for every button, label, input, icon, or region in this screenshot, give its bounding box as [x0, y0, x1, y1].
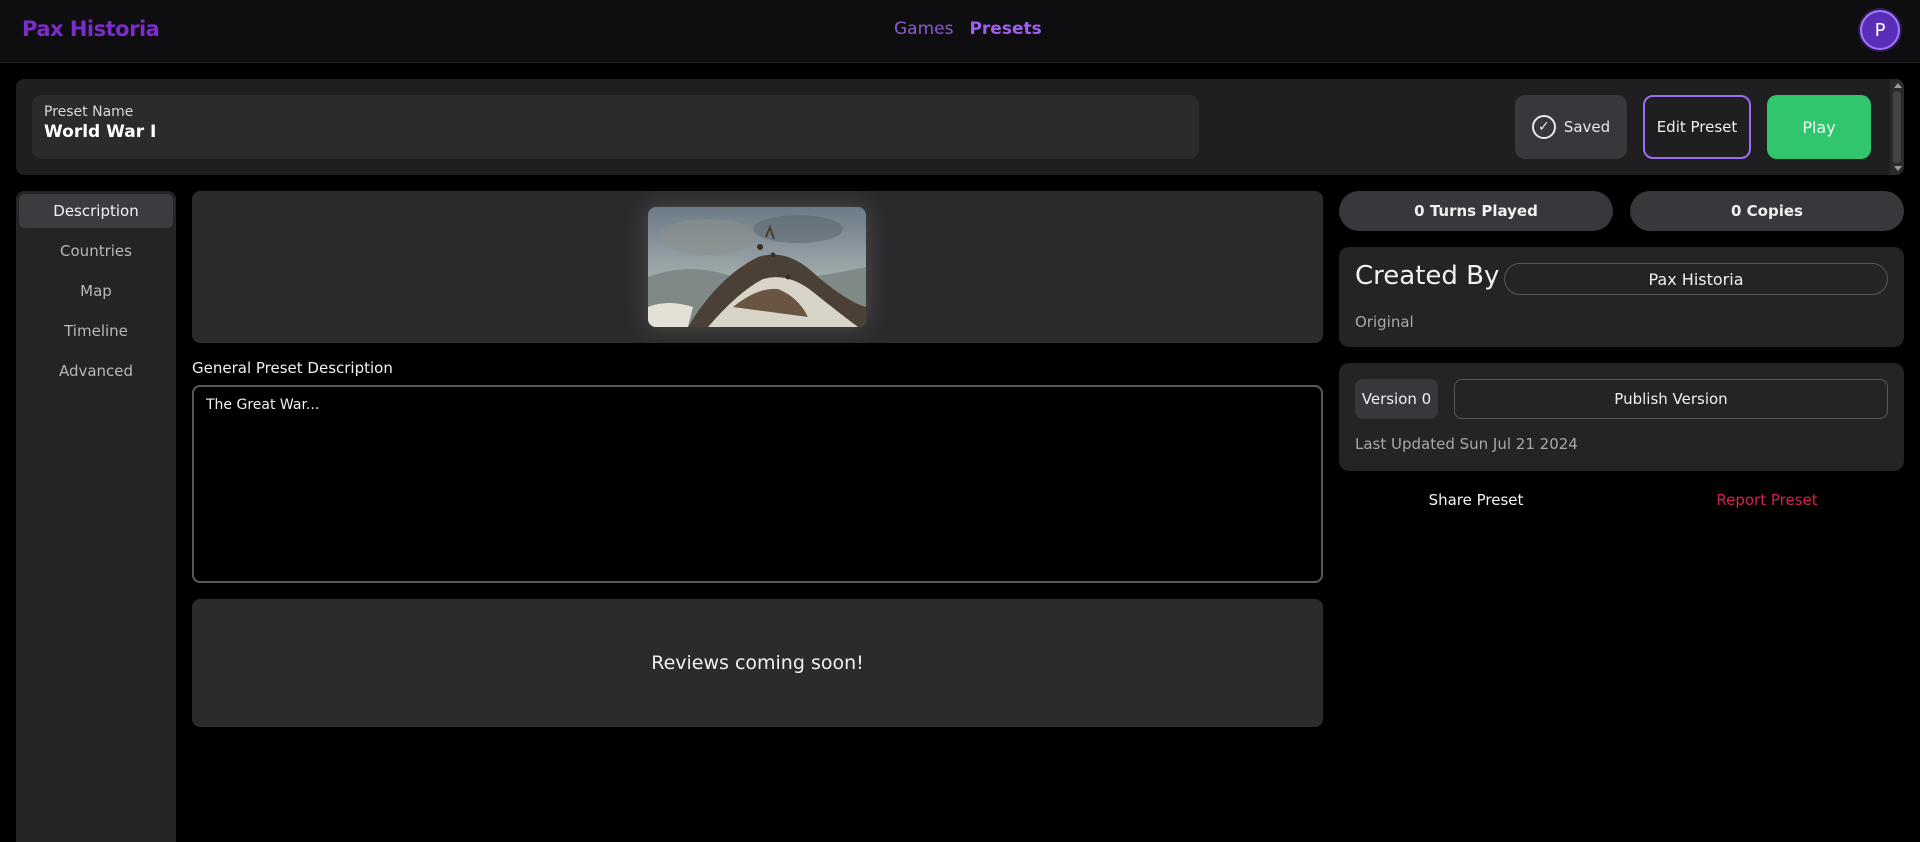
main-nav: Games Presets	[894, 19, 1042, 39]
brand-logo[interactable]: Pax Historia	[22, 17, 160, 41]
sidebar-item-advanced[interactable]: Advanced	[19, 354, 173, 388]
check-circle-icon: ✓	[1531, 115, 1556, 139]
version-badge: Version 0	[1355, 379, 1438, 419]
creator-name-button[interactable]: Pax Historia	[1504, 263, 1888, 295]
created-by-heading: Created By	[1355, 261, 1500, 291]
preset-bar-scrollbar[interactable]	[1890, 79, 1904, 175]
saved-button[interactable]: ✓ Saved	[1515, 95, 1627, 159]
share-preset-link[interactable]: Share Preset	[1339, 491, 1613, 509]
publish-version-button[interactable]: Publish Version	[1454, 379, 1888, 419]
reviews-placeholder-text: Reviews coming soon!	[651, 652, 864, 674]
preset-header-bar: Preset Name ✓ Saved Edit Preset Play	[16, 79, 1904, 175]
top-navigation-bar: Pax Historia Games Presets P	[0, 0, 1920, 63]
nav-games-link[interactable]: Games	[894, 19, 953, 39]
preset-name-input[interactable]	[44, 122, 1187, 142]
sidebar-item-map[interactable]: Map	[19, 274, 173, 308]
preset-sections-sidebar: Description Countries Map Timeline Advan…	[16, 191, 176, 842]
preset-name-label: Preset Name	[44, 104, 134, 120]
nav-presets-link[interactable]: Presets	[969, 19, 1041, 39]
preset-cover-image[interactable]	[648, 207, 866, 327]
saved-label: Saved	[1563, 118, 1611, 136]
turns-played-badge: 0 Turns Played	[1339, 191, 1613, 231]
copies-badge: 0 Copies	[1630, 191, 1904, 231]
report-preset-link[interactable]: Report Preset	[1630, 491, 1904, 509]
description-label: General Preset Description	[192, 359, 393, 377]
edit-preset-button[interactable]: Edit Preset	[1643, 95, 1751, 159]
scroll-up-arrow-icon[interactable]	[1894, 83, 1902, 88]
sidebar-item-description[interactable]: Description	[19, 194, 173, 228]
scroll-down-arrow-icon[interactable]	[1894, 166, 1902, 171]
last-updated-text: Last Updated Sun Jul 21 2024	[1355, 435, 1578, 453]
sidebar-item-timeline[interactable]: Timeline	[19, 314, 173, 348]
preset-name-field[interactable]: Preset Name	[32, 95, 1199, 159]
user-avatar[interactable]: P	[1860, 10, 1900, 50]
origin-label: Original	[1355, 313, 1414, 331]
creator-card: Created By Pax Historia Original	[1339, 247, 1904, 347]
reviews-panel: Reviews coming soon!	[192, 599, 1323, 727]
battle-painting-image	[648, 207, 866, 327]
description-textarea[interactable]: The Great War...	[192, 385, 1323, 583]
sidebar-item-countries[interactable]: Countries	[19, 234, 173, 268]
scrollbar-thumb[interactable]	[1893, 91, 1901, 163]
version-card: Version 0 Publish Version Last Updated S…	[1339, 363, 1904, 471]
play-button[interactable]: Play	[1767, 95, 1871, 159]
preset-image-panel	[192, 191, 1323, 343]
